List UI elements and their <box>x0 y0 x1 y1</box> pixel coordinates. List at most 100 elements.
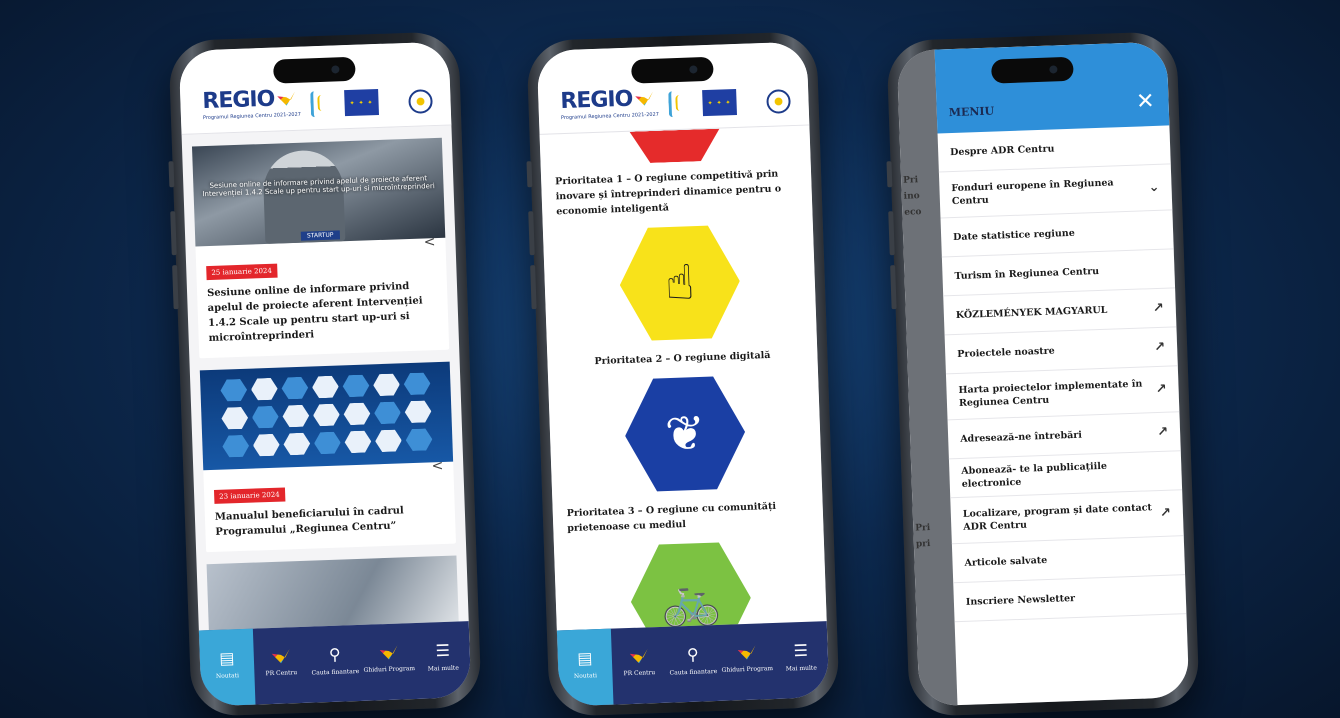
external-link-icon: ↗ <box>1153 339 1166 355</box>
government-crest-icon <box>766 89 791 114</box>
nav-item-noutati[interactable]: ▤ Noutati <box>556 628 614 707</box>
logo-text: REGIO <box>559 86 633 115</box>
priorities-list[interactable]: Prioritatea 1 – O regiune competitivă pr… <box>539 125 827 631</box>
phone-screen: REGIO Programul Regiunea Centru 2021-202… <box>178 41 472 707</box>
priority-1-title[interactable]: Prioritatea 1 – O regiune competitivă pr… <box>555 166 798 219</box>
priority-2-title[interactable]: Prioritatea 2 – O regiune digitală <box>561 347 803 370</box>
search-icon: ⚲ <box>686 644 699 664</box>
hexagon-pattern <box>220 372 433 459</box>
government-crest-icon <box>408 89 433 114</box>
news-title[interactable]: Manualul beneficiarului în cadrul Progra… <box>215 502 446 540</box>
regio-logo-icon <box>630 649 648 664</box>
news-card[interactable]: Sesiune online de informare privind apel… <box>191 137 450 359</box>
news-image <box>199 361 454 471</box>
app-header: REGIO Programul Regiunea Centru 2021-202… <box>536 41 810 135</box>
dynamic-island <box>630 56 714 84</box>
nav-item-ghiduri-program[interactable]: Ghiduri Program <box>361 623 418 701</box>
nav-label: Noutati <box>215 671 240 680</box>
nav-item-mai-multe[interactable]: ☰ Mai multe <box>773 621 830 699</box>
menu-item-label: Despre ADR Centru <box>950 142 1055 158</box>
phone-screen: REGIO Programul Regiunea Centru 2021-202… <box>536 41 830 707</box>
date-badge: 23 ianuarie 2024 <box>213 487 285 504</box>
news-title[interactable]: Sesiune online de informare privind apel… <box>207 278 439 346</box>
phone-screen: Pri ino eco Pri pri MENIU ✕ Despre ADR C… <box>896 41 1190 707</box>
nav-item-ghiduri-program[interactable]: Ghiduri Program <box>719 623 776 701</box>
leaves-icon[interactable]: ❦ <box>623 372 747 496</box>
nav-item-mai-multe[interactable]: ☰ Mai multe <box>415 621 472 699</box>
search-icon: ⚲ <box>328 644 341 664</box>
menu-title: MENIU <box>948 104 995 120</box>
menu-item-harta[interactable]: Harta proiectelor implementate în Regiun… <box>945 366 1180 421</box>
phone-side-button <box>170 211 177 256</box>
regio-logo-icon <box>635 91 653 106</box>
share-icon[interactable]: < <box>423 234 435 250</box>
regio-logo-icon <box>380 645 398 660</box>
menu-item-label: Adresează-ne întrebări <box>960 429 1083 445</box>
news-card[interactable]: < 23 ianuarie 2024 Manualul beneficiarul… <box>199 361 456 553</box>
nav-item-pr-centru[interactable]: PR Centru <box>611 627 668 705</box>
news-feed[interactable]: Sesiune online de informare privind apel… <box>182 125 469 631</box>
phone-news: REGIO Programul Regiunea Centru 2021-202… <box>168 31 482 717</box>
hamburger-icon: ☰ <box>435 640 451 660</box>
news-image <box>206 555 459 631</box>
nav-label: Cauta finantare <box>669 667 718 677</box>
nav-label: Noutati <box>573 671 598 680</box>
hamburger-icon: ☰ <box>793 640 809 660</box>
menu-item-label: Abonează- te la publicațiile electronice <box>961 460 1108 490</box>
external-link-icon: ↗ <box>1159 505 1172 521</box>
regio-logo[interactable]: REGIO Programul Regiunea Centru 2021-202… <box>560 86 659 121</box>
phone-menu: Pri ino eco Pri pri MENIU ✕ Despre ADR C… <box>886 31 1200 717</box>
priority-3-title[interactable]: Prioritatea 3 – O regiune cu comunități … <box>567 498 810 536</box>
phone-side-button <box>530 265 537 310</box>
ministry-logo-icon <box>310 90 335 118</box>
chevron-down-icon[interactable]: ⌄ <box>1148 180 1159 195</box>
menu-item-localizare[interactable]: Localizare, program și date contact ADR … <box>950 490 1184 545</box>
phone-side-button <box>890 265 897 310</box>
phone-side-button <box>888 211 895 256</box>
regio-logo-icon <box>272 649 290 664</box>
bicycle-icon[interactable]: 🚲 <box>629 538 753 631</box>
menu-item-label: Articole salvate <box>964 554 1048 569</box>
news-image-tag: STARTUP <box>300 230 340 241</box>
touch-hand-icon[interactable]: ☝ <box>618 221 742 345</box>
regio-logo[interactable]: REGIO Programul Regiunea Centru 2021-202… <box>202 86 301 121</box>
share-icon[interactable]: < <box>431 458 443 474</box>
menu-item-label: Proiectele noastre <box>957 345 1055 360</box>
marketing-mockup: REGIO Programul Regiunea Centru 2021-202… <box>18 6 1322 717</box>
dynamic-island <box>990 56 1074 84</box>
priority-1-badge <box>630 129 721 164</box>
menu-item-label: Fonduri europene în Regiunea Centru <box>951 176 1114 207</box>
nav-item-cauta-finantare[interactable]: ⚲ Cauta finantare <box>665 625 722 703</box>
close-icon[interactable]: ✕ <box>1136 89 1155 115</box>
phone-side-button <box>168 161 175 188</box>
menu-item-label: Harta proiectelor implementate în Regiun… <box>958 378 1143 409</box>
menu-item-label: Localizare, program și date contact ADR … <box>962 501 1153 533</box>
nav-item-noutati[interactable]: ▤ Noutati <box>198 628 256 707</box>
nav-label: PR Centru <box>623 668 656 677</box>
menu-header: MENIU ✕ <box>934 41 1170 134</box>
app-header: REGIO Programul Regiunea Centru 2021-202… <box>178 41 452 135</box>
eu-flag-icon <box>344 88 379 117</box>
external-link-icon: ↗ <box>1152 300 1165 316</box>
external-link-icon: ↗ <box>1156 424 1169 440</box>
menu-item-fonduri[interactable]: Fonduri europene în Regiunea Centru ⌄ <box>938 164 1173 219</box>
menu-item-label: Inscriere Newsletter <box>965 592 1076 608</box>
bottom-nav: ▤ Noutati PR Centru ⚲ Cauta finantare Ghid… <box>198 621 472 707</box>
nav-label: PR Centru <box>265 668 298 677</box>
news-image: Sesiune online de informare privind apel… <box>191 137 446 247</box>
nav-item-cauta-finantare[interactable]: ⚲ Cauta finantare <box>307 625 364 703</box>
eu-flag-icon <box>702 88 737 117</box>
ministry-logo-icon <box>668 90 693 118</box>
date-badge: 25 ianuarie 2024 <box>206 263 278 281</box>
menu-item-newsletter[interactable]: Inscriere Newsletter <box>953 575 1187 623</box>
nav-item-pr-centru[interactable]: PR Centru <box>253 627 310 705</box>
nav-label: Ghiduri Program <box>721 664 774 674</box>
external-link-icon: ↗ <box>1155 381 1167 398</box>
background-text: Pri ino eco <box>902 175 922 218</box>
news-card[interactable] <box>206 555 459 631</box>
dynamic-island <box>272 56 356 84</box>
phone-side-button <box>172 265 179 310</box>
regio-logo-icon <box>738 645 756 660</box>
nav-label: Cauta finantare <box>311 667 360 677</box>
bottom-nav: ▤ Noutati PR Centru ⚲ Cauta finantare Ghid… <box>556 621 830 707</box>
